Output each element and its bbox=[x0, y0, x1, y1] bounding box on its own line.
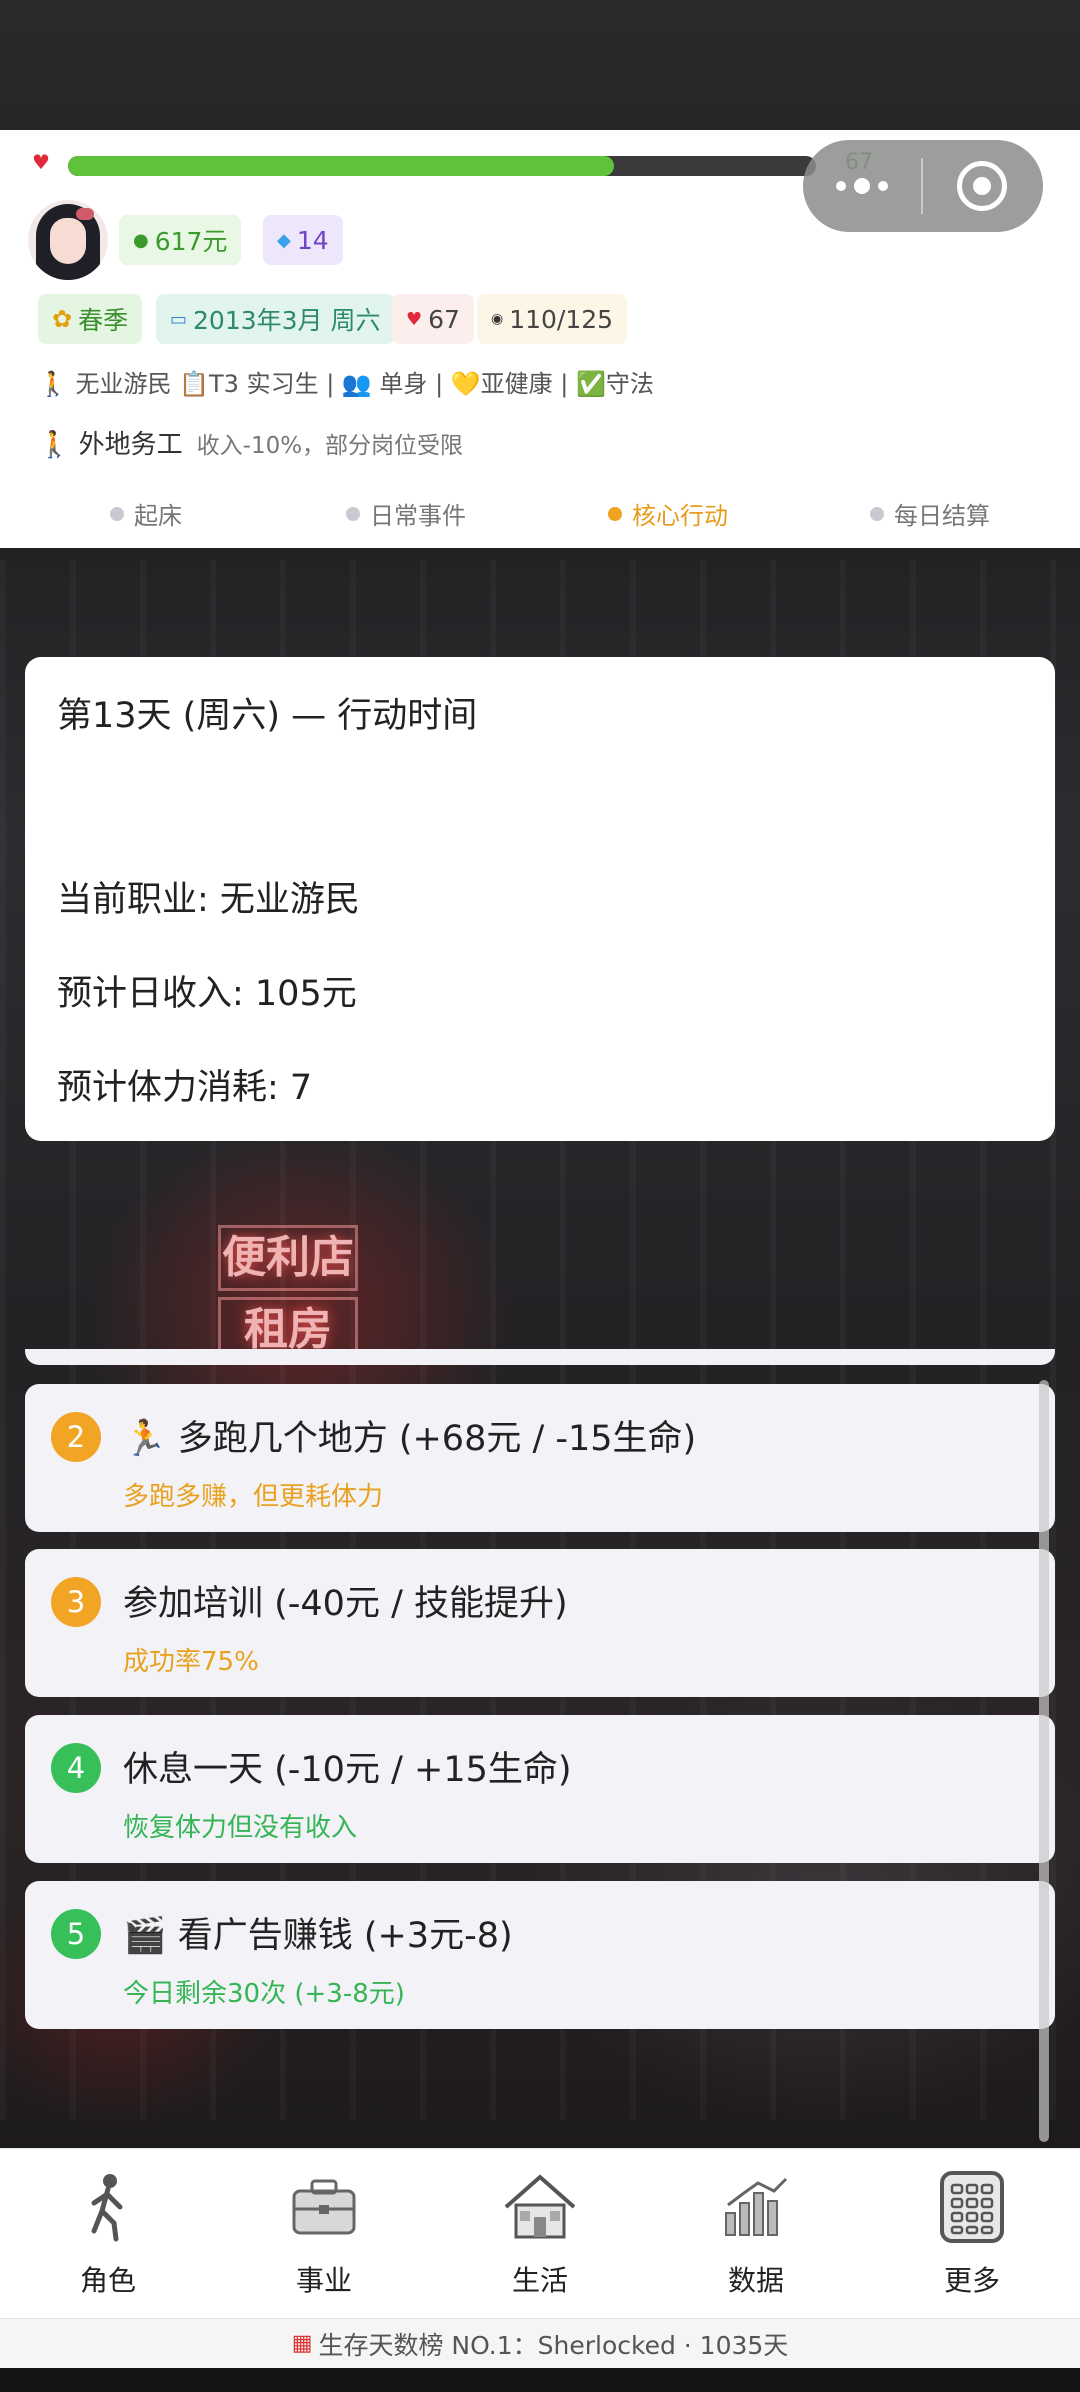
calculator-icon bbox=[932, 2167, 1012, 2247]
tab-label: 核心行动 bbox=[632, 502, 728, 530]
nav-label: 事业 bbox=[295, 2264, 352, 2297]
nav-label: 数据 bbox=[727, 2264, 784, 2297]
tab-label: 每日结算 bbox=[894, 502, 990, 530]
nav-label: 角色 bbox=[79, 2264, 136, 2297]
option-label: 休息一天 (-10元 / +15生命) bbox=[123, 1750, 572, 1790]
gem-value: 14 bbox=[296, 225, 329, 255]
gem-badge: ◆ 14 bbox=[263, 215, 343, 265]
phase-tabs: 起床 日常事件 核心行动 每日结算 bbox=[0, 496, 1080, 536]
option-number-badge: 2 bbox=[51, 1412, 101, 1462]
option-number-badge: 4 bbox=[51, 1743, 101, 1793]
option-label: 🎬 看广告赚钱 (+3元-8) bbox=[123, 1916, 513, 1956]
bar-chart-icon bbox=[716, 2167, 796, 2247]
expected-stamina: 预计体力消耗: 7 bbox=[57, 1068, 313, 1108]
tab-wake-up[interactable]: 起床 bbox=[110, 496, 182, 531]
neon-sign-decoration: 便利店 租房 bbox=[218, 1225, 358, 1363]
heart-icon: ♥ bbox=[406, 308, 423, 330]
date-value: 2013年3月 周六 bbox=[193, 306, 381, 335]
target-icon bbox=[957, 161, 1007, 211]
option-number-badge: 3 bbox=[51, 1577, 101, 1627]
action-info-card: 第13天 (周六) — 行动时间 当前职业: 无业游民 预计日收入: 105元 … bbox=[25, 657, 1055, 1141]
leaderboard-text: 生存天数榜 NO.1：Sherlocked · 1035天 bbox=[318, 2330, 789, 2360]
phase-dot-icon bbox=[870, 506, 884, 521]
job-status: 🚶 外地务工 收入-10%，部分岗位受限 bbox=[38, 424, 463, 461]
day-title: 第13天 (周六) — 行动时间 bbox=[57, 696, 478, 736]
nav-item-life[interactable]: 生活 bbox=[470, 2167, 610, 2312]
option-rest-one-day[interactable]: 4 休息一天 (-10元 / +15生命) 恢复体力但没有收入 bbox=[25, 1715, 1055, 1863]
tab-core-action[interactable]: 核心行动 bbox=[608, 496, 728, 531]
money-value: 617元 bbox=[154, 227, 228, 256]
health-bar bbox=[68, 156, 816, 176]
nav-item-character[interactable]: 角色 bbox=[38, 2167, 178, 2312]
option-hint: 今日剩余30次 (+3-8元) bbox=[123, 1979, 405, 2009]
house-icon bbox=[500, 2167, 580, 2247]
job-effect: 收入-10%，部分岗位受限 bbox=[196, 433, 464, 459]
nav-label: 生活 bbox=[511, 2264, 568, 2297]
option-list-top-edge bbox=[25, 1349, 1055, 1365]
date-badge: ▭ 2013年3月 周六 bbox=[156, 294, 395, 344]
option-watch-ads[interactable]: 5 🎬 看广告赚钱 (+3元-8) 今日剩余30次 (+3-8元) bbox=[25, 1881, 1055, 2029]
option-hint: 多跑多赚，但更耗体力 bbox=[123, 1482, 384, 1512]
heart-value: 67 bbox=[428, 304, 460, 334]
expected-income: 预计日收入: 105元 bbox=[57, 974, 357, 1014]
heart-icon: ♥ bbox=[32, 150, 50, 174]
sunflower-icon: ✿ bbox=[52, 305, 73, 333]
nav-label: 更多 bbox=[943, 2264, 1000, 2297]
phase-dot-icon bbox=[608, 506, 622, 521]
current-occupation: 当前职业: 无业游民 bbox=[57, 880, 360, 920]
job-name: 🚶 外地务工 bbox=[38, 430, 183, 460]
tab-daily-settlement[interactable]: 每日结算 bbox=[870, 496, 990, 531]
option-hint: 成功率75% bbox=[123, 1647, 259, 1677]
heart-badge: ♥ 67 bbox=[392, 294, 474, 344]
health-bar-fill bbox=[68, 156, 615, 176]
season-value: 春季 bbox=[78, 306, 129, 335]
walking-person-icon bbox=[68, 2167, 148, 2247]
briefcase-icon bbox=[284, 2167, 364, 2247]
option-hint: 恢复体力但没有收入 bbox=[123, 1813, 358, 1843]
phase-dot-icon bbox=[110, 506, 124, 521]
status-summary: 🚶 无业游民 📋T3 实习生 | 👥 单身 | 💛亚健康 | ✅守法 bbox=[38, 370, 654, 398]
more-options-button[interactable] bbox=[803, 140, 921, 232]
energy-value: 110/125 bbox=[509, 304, 614, 334]
season-badge: ✿ 春季 bbox=[38, 294, 143, 344]
nav-item-data[interactable]: 数据 bbox=[686, 2167, 826, 2312]
options-scrollbar[interactable] bbox=[1039, 1380, 1049, 2142]
money-badge: ● 617元 bbox=[119, 215, 242, 265]
energy-badge: ◉ 110/125 bbox=[477, 294, 628, 344]
option-number-badge: 5 bbox=[51, 1909, 101, 1959]
tab-label: 日常事件 bbox=[370, 502, 466, 530]
diamond-icon: ◆ bbox=[277, 229, 291, 251]
option-label: 参加培训 (-40元 / 技能提升) bbox=[123, 1584, 568, 1624]
tab-daily-events[interactable]: 日常事件 bbox=[346, 496, 466, 531]
phase-dot-icon bbox=[346, 506, 360, 521]
calendar-icon: ▦ bbox=[291, 2331, 313, 2356]
nav-item-more[interactable]: 更多 bbox=[902, 2167, 1042, 2312]
mini-program-capsule bbox=[803, 140, 1043, 232]
avatar[interactable] bbox=[28, 200, 108, 280]
option-join-training[interactable]: 3 参加培训 (-40元 / 技能提升) 成功率75% bbox=[25, 1549, 1055, 1697]
calendar-icon: ▭ bbox=[170, 308, 188, 330]
option-run-more-places[interactable]: 2 🏃 多跑几个地方 (+68元 / -15生命) 多跑多赚，但更耗体力 bbox=[25, 1384, 1055, 1532]
tab-label: 起床 bbox=[134, 502, 182, 530]
nav-item-career[interactable]: 事业 bbox=[254, 2167, 394, 2312]
bottom-navigation: 角色 事业 生活 数据 更多 bbox=[0, 2148, 1080, 2318]
coin-icon: ● bbox=[133, 229, 149, 251]
leaderboard-banner[interactable]: ▦ 生存天数榜 NO.1：Sherlocked · 1035天 bbox=[0, 2318, 1080, 2368]
option-label: 🏃 多跑几个地方 (+68元 / -15生命) bbox=[123, 1419, 697, 1459]
energy-icon: ◉ bbox=[491, 311, 504, 327]
close-program-button[interactable] bbox=[923, 140, 1041, 232]
